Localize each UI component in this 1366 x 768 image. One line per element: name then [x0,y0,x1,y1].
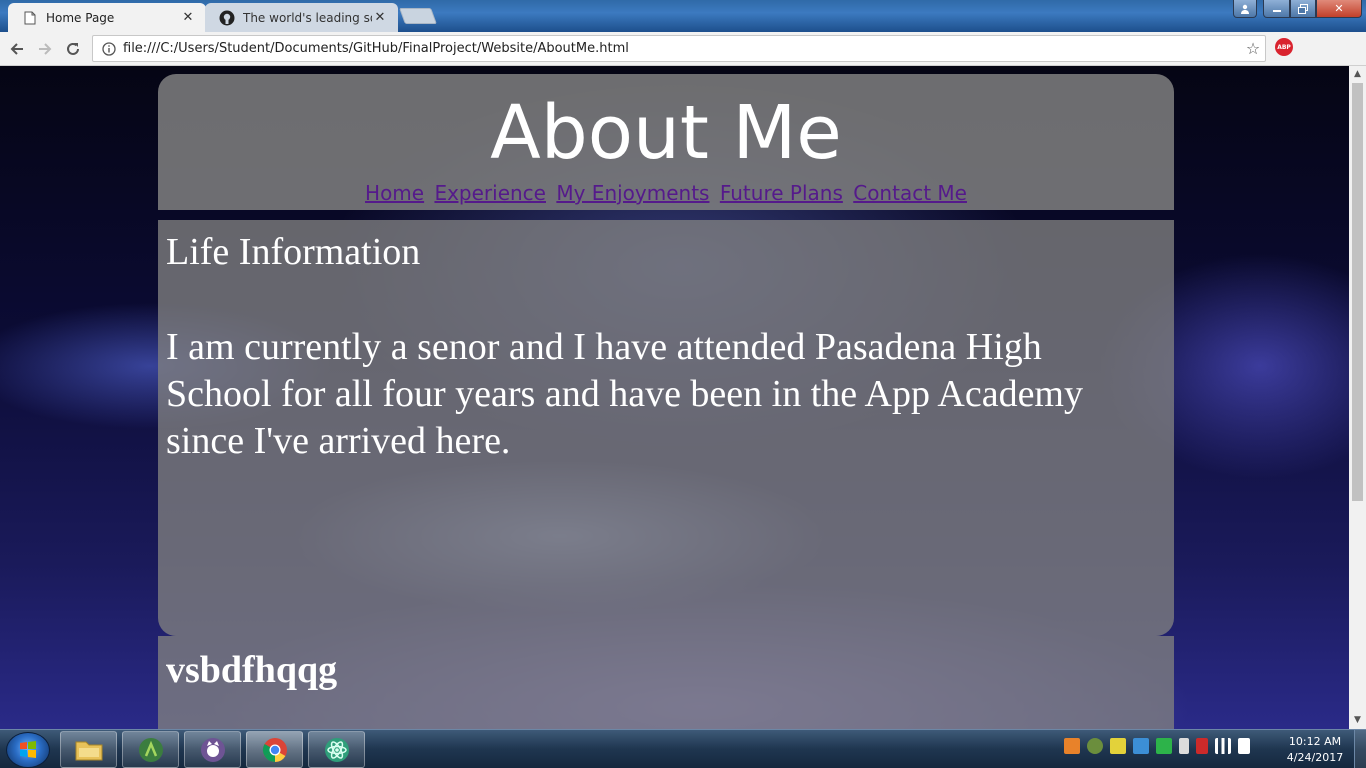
address-bar[interactable]: file:///C:/Users/Student/Documents/GitHu… [92,35,1266,62]
action-center-flag-icon[interactable] [1238,738,1250,754]
tab-github[interactable]: The world's leading softw ✕ [205,3,398,32]
github-desktop-icon [200,737,225,762]
nav-link-future-plans[interactable]: Future Plans [720,181,843,205]
atom-taskbar-button[interactable] [308,731,365,768]
profile-icon[interactable] [1233,0,1257,18]
scroll-down-arrow-icon[interactable]: ▼ [1349,712,1366,729]
minimize-button[interactable] [1263,0,1290,18]
section-title: vsbdfhqqg [166,649,338,691]
taskbar: 10:12 AM 4/24/2017 [0,729,1366,768]
browser-toolbar: file:///C:/Users/Student/Documents/GitHu… [0,32,1366,87]
clock-date: 4/24/2017 [1286,751,1344,764]
page-title: About Me [490,90,842,176]
nav-link-experience[interactable]: Experience [434,181,546,205]
vertical-scrollbar[interactable]: ▲ ▼ [1349,66,1366,729]
nav-link-home[interactable]: Home [365,181,424,205]
chrome-taskbar-button[interactable] [246,731,303,768]
page-header: About Me Home Experience My Enjoyments F… [158,74,1174,210]
tab-home-page[interactable]: Home Page ✕ [8,3,206,32]
section-title: Life Information [166,231,421,273]
second-section: vsbdfhqqg [158,636,1174,729]
back-icon[interactable] [6,38,28,60]
tray-app-icon[interactable] [1064,738,1080,754]
wifi-signal-icon[interactable] [1215,738,1231,754]
clock-time: 10:12 AM [1288,735,1342,748]
system-tray [1064,738,1250,754]
start-button[interactable] [6,732,50,768]
tray-app-icon[interactable] [1110,738,1126,754]
bookmark-star-icon[interactable]: ☆ [1241,39,1265,58]
forward-icon[interactable] [34,38,56,60]
close-tab-icon[interactable]: ✕ [180,10,196,26]
github-icon [219,10,235,26]
android-studio-taskbar-button[interactable] [122,731,179,768]
restore-button[interactable] [1290,0,1316,18]
url-text: file:///C:/Users/Student/Documents/GitHu… [123,41,629,56]
github-desktop-taskbar-button[interactable] [184,731,241,768]
show-desktop-button[interactable] [1354,730,1366,768]
network-monitor-icon[interactable] [1133,738,1149,754]
chrome-icon [262,737,287,762]
adblock-extension-icon[interactable]: ABP [1275,38,1293,56]
clock[interactable]: 10:12 AM 4/24/2017 [1284,734,1346,766]
tray-app-icon[interactable] [1087,738,1103,754]
info-icon[interactable] [101,41,117,57]
life-information-section: Life Information I am currently a senor … [158,220,1174,636]
tray-sync-icon[interactable] [1156,738,1172,754]
page-viewport: About Me Home Experience My Enjoyments F… [0,66,1349,729]
page-icon [22,10,38,26]
volume-muted-icon[interactable] [1196,738,1208,754]
nav-link-contact-me[interactable]: Contact Me [853,181,967,205]
reload-icon[interactable] [62,38,84,60]
scroll-up-arrow-icon[interactable]: ▲ [1349,66,1366,83]
android-studio-icon [138,737,163,762]
folder-icon [75,741,102,760]
tab-title: The world's leading softw [243,10,372,25]
new-tab-button[interactable] [399,8,437,24]
windows-logo-icon [20,741,36,758]
window-controls: ✕ [1233,0,1362,18]
close-window-button[interactable]: ✕ [1316,0,1362,18]
close-tab-icon[interactable]: ✕ [372,10,388,26]
scrollbar-thumb[interactable] [1352,83,1363,501]
atom-icon [324,737,349,762]
nav-link-my-enjoyments[interactable]: My Enjoyments [556,181,709,205]
file-explorer-taskbar-button[interactable] [60,731,117,768]
section-body: I am currently a senor and I have attend… [166,326,1083,462]
tab-strip: Home Page ✕ The world's leading softw ✕ … [0,0,1366,32]
site-nav: Home Experience My Enjoyments Future Pla… [158,181,1174,205]
tab-title: Home Page [46,10,115,25]
battery-icon[interactable] [1179,738,1189,754]
